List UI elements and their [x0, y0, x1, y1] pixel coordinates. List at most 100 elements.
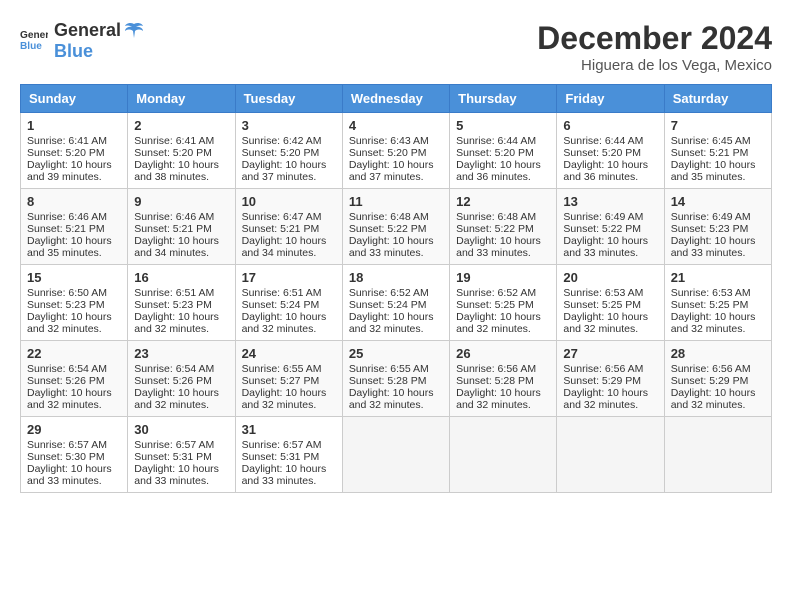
calendar-cell: 6 Sunrise: 6:44 AM Sunset: 5:20 PM Dayli… — [557, 113, 664, 189]
sunset: Sunset: 5:20 PM — [242, 147, 320, 159]
sunset: Sunset: 5:25 PM — [671, 299, 749, 311]
sunrise: Sunrise: 6:48 AM — [349, 211, 429, 223]
day-number: 30 — [134, 422, 228, 437]
logo-icon: General Blue — [20, 27, 48, 55]
sunset: Sunset: 5:20 PM — [456, 147, 534, 159]
daylight: Daylight: 10 hours and 38 minutes. — [134, 159, 219, 183]
calendar-cell: 30 Sunrise: 6:57 AM Sunset: 5:31 PM Dayl… — [128, 417, 235, 493]
month-title: December 2024 — [537, 20, 772, 57]
calendar-cell: 22 Sunrise: 6:54 AM Sunset: 5:26 PM Dayl… — [21, 341, 128, 417]
sunset: Sunset: 5:24 PM — [349, 299, 427, 311]
day-number: 8 — [27, 194, 121, 209]
daylight: Daylight: 10 hours and 34 minutes. — [242, 235, 327, 259]
daylight: Daylight: 10 hours and 32 minutes. — [242, 311, 327, 335]
sunrise: Sunrise: 6:53 AM — [671, 287, 751, 299]
sunrise: Sunrise: 6:44 AM — [456, 135, 536, 147]
calendar-table: SundayMondayTuesdayWednesdayThursdayFrid… — [20, 84, 772, 493]
daylight: Daylight: 10 hours and 37 minutes. — [242, 159, 327, 183]
sunrise: Sunrise: 6:52 AM — [349, 287, 429, 299]
day-number: 3 — [242, 118, 336, 133]
title-area: December 2024 Higuera de los Vega, Mexic… — [537, 20, 772, 74]
sunset: Sunset: 5:31 PM — [134, 451, 212, 463]
daylight: Daylight: 10 hours and 33 minutes. — [563, 235, 648, 259]
calendar-cell: 18 Sunrise: 6:52 AM Sunset: 5:24 PM Dayl… — [342, 265, 449, 341]
calendar-cell: 10 Sunrise: 6:47 AM Sunset: 5:21 PM Dayl… — [235, 189, 342, 265]
day-number: 31 — [242, 422, 336, 437]
sunset: Sunset: 5:22 PM — [563, 223, 641, 235]
sunrise: Sunrise: 6:51 AM — [242, 287, 322, 299]
calendar-cell — [450, 417, 557, 493]
day-number: 18 — [349, 270, 443, 285]
calendar-cell: 29 Sunrise: 6:57 AM Sunset: 5:30 PM Dayl… — [21, 417, 128, 493]
day-number: 10 — [242, 194, 336, 209]
calendar-cell: 13 Sunrise: 6:49 AM Sunset: 5:22 PM Dayl… — [557, 189, 664, 265]
logo-text-blue: Blue — [54, 42, 145, 62]
calendar-cell: 8 Sunrise: 6:46 AM Sunset: 5:21 PM Dayli… — [21, 189, 128, 265]
calendar-cell — [342, 417, 449, 493]
sunrise: Sunrise: 6:46 AM — [134, 211, 214, 223]
sunset: Sunset: 5:28 PM — [349, 375, 427, 387]
calendar-cell: 17 Sunrise: 6:51 AM Sunset: 5:24 PM Dayl… — [235, 265, 342, 341]
svg-text:Blue: Blue — [20, 41, 42, 52]
calendar-cell — [557, 417, 664, 493]
sunset: Sunset: 5:26 PM — [27, 375, 105, 387]
sunrise: Sunrise: 6:50 AM — [27, 287, 107, 299]
day-number: 22 — [27, 346, 121, 361]
daylight: Daylight: 10 hours and 33 minutes. — [349, 235, 434, 259]
daylight: Daylight: 10 hours and 32 minutes. — [242, 387, 327, 411]
daylight: Daylight: 10 hours and 33 minutes. — [456, 235, 541, 259]
sunset: Sunset: 5:29 PM — [671, 375, 749, 387]
day-number: 15 — [27, 270, 121, 285]
calendar-header: SundayMondayTuesdayWednesdayThursdayFrid… — [21, 85, 772, 113]
daylight: Daylight: 10 hours and 36 minutes. — [563, 159, 648, 183]
header-row: SundayMondayTuesdayWednesdayThursdayFrid… — [21, 85, 772, 113]
sunset: Sunset: 5:25 PM — [563, 299, 641, 311]
sunrise: Sunrise: 6:44 AM — [563, 135, 643, 147]
logo: General Blue General Blue — [20, 20, 145, 62]
calendar-cell: 4 Sunrise: 6:43 AM Sunset: 5:20 PM Dayli… — [342, 113, 449, 189]
daylight: Daylight: 10 hours and 32 minutes. — [563, 387, 648, 411]
sunrise: Sunrise: 6:41 AM — [27, 135, 107, 147]
sunrise: Sunrise: 6:46 AM — [27, 211, 107, 223]
sunset: Sunset: 5:30 PM — [27, 451, 105, 463]
calendar-cell: 2 Sunrise: 6:41 AM Sunset: 5:20 PM Dayli… — [128, 113, 235, 189]
calendar-cell: 7 Sunrise: 6:45 AM Sunset: 5:21 PM Dayli… — [664, 113, 771, 189]
sunrise: Sunrise: 6:56 AM — [671, 363, 751, 375]
calendar-cell: 26 Sunrise: 6:56 AM Sunset: 5:28 PM Dayl… — [450, 341, 557, 417]
calendar-cell: 19 Sunrise: 6:52 AM Sunset: 5:25 PM Dayl… — [450, 265, 557, 341]
sunrise: Sunrise: 6:51 AM — [134, 287, 214, 299]
sunrise: Sunrise: 6:52 AM — [456, 287, 536, 299]
sunset: Sunset: 5:22 PM — [456, 223, 534, 235]
header-cell-wednesday: Wednesday — [342, 85, 449, 113]
day-number: 6 — [563, 118, 657, 133]
header: General Blue General Blue December 2024 … — [20, 20, 772, 74]
calendar-cell: 24 Sunrise: 6:55 AM Sunset: 5:27 PM Dayl… — [235, 341, 342, 417]
sunset: Sunset: 5:20 PM — [349, 147, 427, 159]
sunrise: Sunrise: 6:57 AM — [27, 439, 107, 451]
calendar-cell: 14 Sunrise: 6:49 AM Sunset: 5:23 PM Dayl… — [664, 189, 771, 265]
day-number: 24 — [242, 346, 336, 361]
sunset: Sunset: 5:29 PM — [563, 375, 641, 387]
daylight: Daylight: 10 hours and 37 minutes. — [349, 159, 434, 183]
week-row-5: 29 Sunrise: 6:57 AM Sunset: 5:30 PM Dayl… — [21, 417, 772, 493]
daylight: Daylight: 10 hours and 32 minutes. — [27, 311, 112, 335]
day-number: 25 — [349, 346, 443, 361]
sunrise: Sunrise: 6:55 AM — [349, 363, 429, 375]
header-cell-thursday: Thursday — [450, 85, 557, 113]
header-cell-tuesday: Tuesday — [235, 85, 342, 113]
daylight: Daylight: 10 hours and 32 minutes. — [134, 311, 219, 335]
daylight: Daylight: 10 hours and 33 minutes. — [134, 463, 219, 487]
sunset: Sunset: 5:23 PM — [671, 223, 749, 235]
header-cell-monday: Monday — [128, 85, 235, 113]
sunset: Sunset: 5:22 PM — [349, 223, 427, 235]
week-row-4: 22 Sunrise: 6:54 AM Sunset: 5:26 PM Dayl… — [21, 341, 772, 417]
daylight: Daylight: 10 hours and 32 minutes. — [134, 387, 219, 411]
sunrise: Sunrise: 6:43 AM — [349, 135, 429, 147]
daylight: Daylight: 10 hours and 32 minutes. — [27, 387, 112, 411]
week-row-2: 8 Sunrise: 6:46 AM Sunset: 5:21 PM Dayli… — [21, 189, 772, 265]
day-number: 26 — [456, 346, 550, 361]
logo-bird-icon — [123, 20, 145, 42]
svg-text:General: General — [20, 30, 48, 41]
day-number: 21 — [671, 270, 765, 285]
day-number: 17 — [242, 270, 336, 285]
